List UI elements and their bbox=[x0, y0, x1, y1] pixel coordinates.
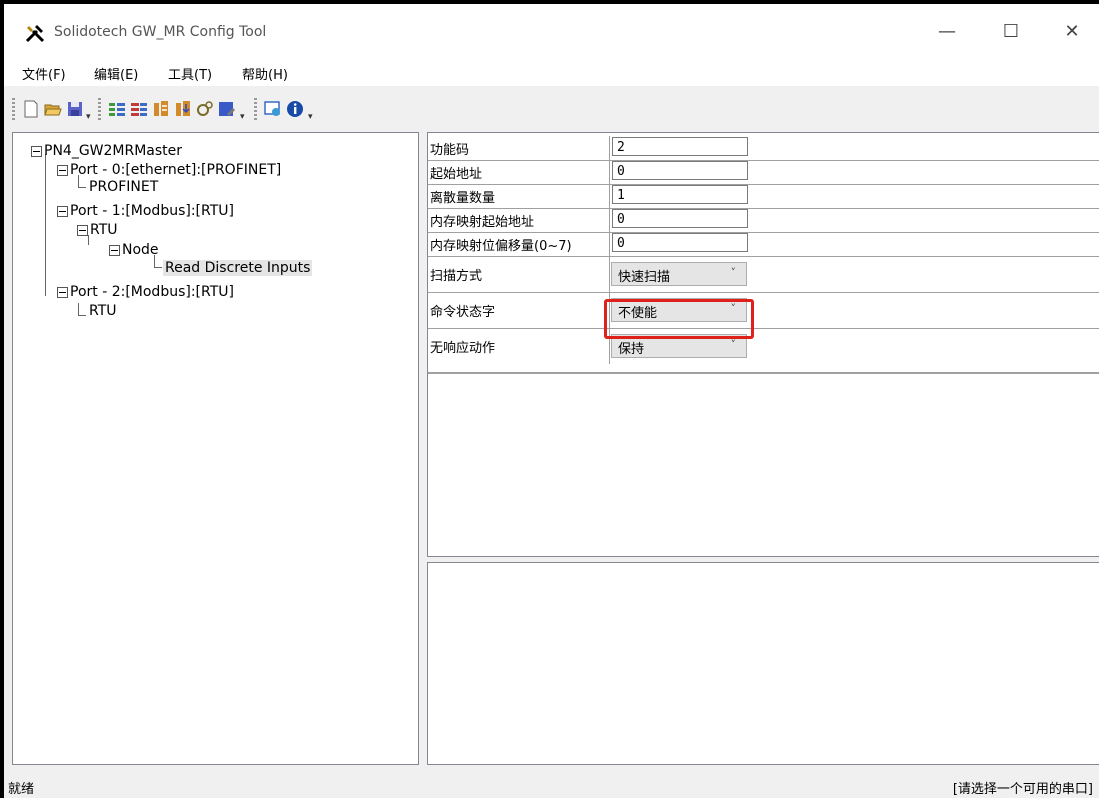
property-label: 功能码 bbox=[430, 143, 470, 158]
tree-connector bbox=[45, 154, 46, 296]
tree-node-node[interactable]: Node bbox=[109, 242, 159, 258]
property-row: 功能码 2 bbox=[428, 136, 1099, 161]
toolbar-grip[interactable] bbox=[98, 98, 101, 120]
monitor-icon[interactable] bbox=[264, 100, 282, 118]
menu-help[interactable]: 帮助(H) bbox=[242, 64, 288, 83]
bit-offset-input[interactable]: 0 bbox=[612, 233, 748, 252]
menu-edit[interactable]: 编辑(E) bbox=[94, 64, 138, 83]
status-bar: 就绪 [请选择一个可用的串口] bbox=[4, 770, 1099, 798]
toolbar-overflow-icon[interactable]: ▾ bbox=[308, 112, 313, 122]
add-node-icon[interactable] bbox=[130, 100, 148, 118]
toolbar: ▾ ▾ ▾ bbox=[4, 88, 1099, 128]
select-value: 快速扫描 bbox=[618, 270, 671, 285]
property-row: 扫描方式 快速扫描 ˅ bbox=[428, 256, 1099, 293]
maximize-button[interactable]: ☐ bbox=[998, 20, 1024, 44]
info-icon[interactable] bbox=[286, 100, 304, 118]
select-value: 保持 bbox=[618, 342, 645, 357]
tree-node-label: RTU bbox=[90, 222, 118, 238]
property-panel: 功能码 2 起始地址 0 离散量数量 1 内存映射起始地址 0 内存映射位偏移量… bbox=[427, 132, 1099, 557]
tree-connector bbox=[78, 187, 86, 188]
collapse-icon[interactable] bbox=[109, 244, 120, 256]
tree-node-label: PROFINET bbox=[89, 179, 159, 195]
settings-icon[interactable] bbox=[196, 100, 214, 118]
start-address-input[interactable]: 0 bbox=[612, 161, 748, 180]
property-label: 内存映射起始地址 bbox=[430, 215, 535, 230]
menu-bar: 文件(F) 编辑(E) 工具(T) 帮助(H) bbox=[4, 58, 1099, 86]
menu-file[interactable]: 文件(F) bbox=[22, 64, 66, 83]
property-row: 命令状态字 不使能 ˅ bbox=[428, 292, 1099, 329]
collapse-icon[interactable] bbox=[57, 164, 68, 176]
status-text: 就绪 bbox=[8, 782, 35, 797]
tree-node-label: RTU bbox=[89, 303, 117, 319]
tree-node-port2-rtu[interactable]: RTU bbox=[89, 303, 117, 319]
new-file-icon[interactable] bbox=[22, 100, 40, 118]
read-icon[interactable] bbox=[152, 100, 170, 118]
tree-node-label: Read Discrete Inputs bbox=[163, 260, 313, 276]
menu-tools[interactable]: 工具(T) bbox=[168, 64, 212, 83]
function-code-input[interactable]: 2 bbox=[612, 137, 748, 156]
open-folder-icon[interactable] bbox=[44, 100, 62, 118]
serial-port-status: [请选择一个可用的串口] bbox=[952, 782, 1093, 797]
property-label: 内存映射位偏移量(0~7) bbox=[430, 239, 572, 254]
save-icon[interactable] bbox=[66, 100, 84, 118]
chevron-down-icon: ˅ bbox=[730, 338, 737, 351]
memory-map-start-input[interactable]: 0 bbox=[612, 209, 748, 228]
property-label: 起始地址 bbox=[430, 167, 483, 182]
tree-node-rtu[interactable]: RTU bbox=[77, 222, 118, 238]
add-port-icon[interactable] bbox=[108, 100, 126, 118]
collapse-icon[interactable] bbox=[77, 224, 88, 236]
tree-node-label: Port - 2:[Modbus]:[RTU] bbox=[70, 284, 234, 300]
property-row: 内存映射位偏移量(0~7) 0 bbox=[428, 232, 1099, 257]
collapse-icon[interactable] bbox=[31, 145, 42, 157]
tree-node-root[interactable]: PN4_GW2MRMaster bbox=[31, 143, 182, 159]
tools-icon bbox=[25, 25, 45, 43]
property-label: 扫描方式 bbox=[430, 269, 483, 284]
app-window: Solidotech GW_MR Config Tool — ☐ ✕ 文件(F)… bbox=[4, 4, 1099, 798]
tree-node-port2[interactable]: Port - 2:[Modbus]:[RTU] bbox=[57, 284, 234, 300]
close-button[interactable]: ✕ bbox=[1059, 20, 1085, 44]
tree-node-read-discrete-inputs[interactable]: Read Discrete Inputs bbox=[163, 260, 313, 276]
tree-node-label: Node bbox=[122, 242, 159, 258]
tree-node-label: PN4_GW2MRMaster bbox=[44, 143, 183, 159]
toolbar-grip[interactable] bbox=[254, 98, 257, 120]
tree-node-profinet[interactable]: PROFINET bbox=[89, 179, 158, 195]
minimize-button[interactable]: — bbox=[934, 20, 960, 44]
property-row: 无响应动作 保持 ˅ bbox=[428, 328, 1099, 364]
tree-connector bbox=[78, 315, 86, 316]
tree-node-label: Port - 1:[Modbus]:[RTU] bbox=[70, 203, 234, 219]
property-label: 无响应动作 bbox=[430, 341, 496, 356]
window-title: Solidotech GW_MR Config Tool bbox=[54, 24, 267, 40]
property-row: 起始地址 0 bbox=[428, 160, 1099, 185]
description-panel bbox=[427, 562, 1099, 765]
project-tree[interactable]: PN4_GW2MRMaster Port - 0:[ethernet]:[PRO… bbox=[12, 132, 419, 765]
toolbar-grip[interactable] bbox=[12, 98, 15, 120]
property-label: 离散量数量 bbox=[430, 191, 496, 206]
property-row: 离散量数量 1 bbox=[428, 184, 1099, 209]
download-icon[interactable] bbox=[218, 100, 236, 118]
property-grid: 功能码 2 起始地址 0 离散量数量 1 内存映射起始地址 0 内存映射位偏移量… bbox=[428, 136, 1099, 374]
tree-node-label: Port - 0:[ethernet]:[PROFINET] bbox=[70, 162, 282, 178]
property-label: 命令状态字 bbox=[430, 305, 496, 320]
discrete-count-input[interactable]: 1 bbox=[612, 185, 748, 204]
tree-connector bbox=[78, 303, 79, 315]
collapse-icon[interactable] bbox=[57, 286, 68, 298]
scan-mode-select[interactable]: 快速扫描 ˅ bbox=[611, 262, 747, 286]
highlight-box bbox=[604, 299, 754, 339]
write-icon[interactable] bbox=[174, 100, 192, 118]
tree-node-port0[interactable]: Port - 0:[ethernet]:[PROFINET] bbox=[57, 162, 281, 178]
chevron-down-icon: ˅ bbox=[730, 266, 737, 279]
toolbar-overflow-icon[interactable]: ▾ bbox=[86, 112, 91, 122]
property-row: 内存映射起始地址 0 bbox=[428, 208, 1099, 233]
toolbar-overflow-icon[interactable]: ▾ bbox=[240, 112, 245, 122]
tree-connector bbox=[154, 267, 162, 268]
collapse-icon[interactable] bbox=[57, 205, 68, 217]
tree-node-port1[interactable]: Port - 1:[Modbus]:[RTU] bbox=[57, 203, 234, 219]
title-bar: Solidotech GW_MR Config Tool — ☐ ✕ bbox=[4, 4, 1099, 58]
